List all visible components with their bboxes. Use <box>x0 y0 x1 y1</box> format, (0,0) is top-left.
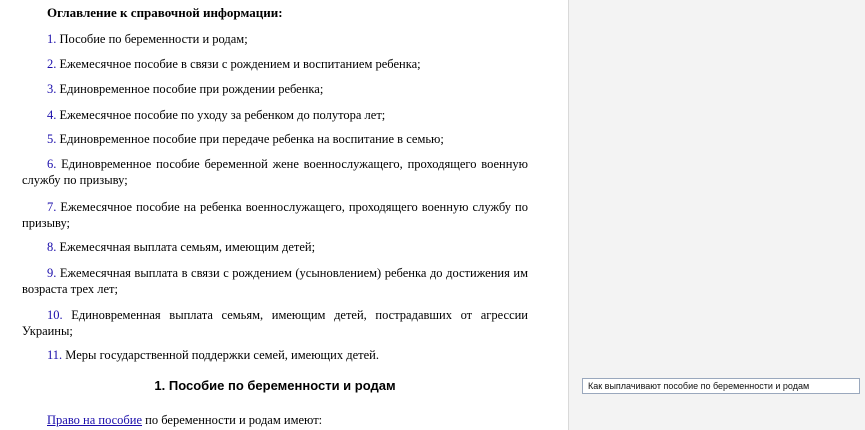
toc-item-text: Единовременное пособие при передаче ребе… <box>56 132 444 146</box>
toc-item-link[interactable]: 10. <box>47 308 63 322</box>
toc-item: 11. Меры государственной поддержки семей… <box>22 347 528 363</box>
toc-item: 6. Единовременное пособие беременной жен… <box>22 156 528 188</box>
toc-item: 3. Единовременное пособие при рождении р… <box>22 81 528 97</box>
toc-item-link[interactable]: 6. <box>47 157 56 171</box>
toc-item: 7. Ежемесячное пособие на ребенка военно… <box>22 199 528 231</box>
toc-item-link[interactable]: 4. <box>47 108 56 122</box>
toc-item-text: Единовременное пособие беременной жене в… <box>22 157 528 187</box>
toc-item: 5. Единовременное пособие при передаче р… <box>22 131 528 147</box>
toc-item-text: Меры государственной поддержки семей, им… <box>62 348 379 362</box>
toc-item-link[interactable]: 11. <box>47 348 62 362</box>
toc-title: Оглавление к справочной информации: <box>47 5 283 20</box>
toc-item-link[interactable]: 5. <box>47 132 56 146</box>
toc-item-text: Ежемесячная выплата в связи с рождением … <box>22 266 528 296</box>
toc-item-link[interactable]: 2. <box>47 57 56 71</box>
toc-item: 8. Ежемесячная выплата семьям, имеющим д… <box>22 239 528 255</box>
toc-item-text: Пособие по беременности и родам; <box>56 32 248 46</box>
toc-item-link[interactable]: 1. <box>47 32 56 46</box>
toc-item-link[interactable]: 8. <box>47 240 56 254</box>
benefit-right-link[interactable]: Право на пособие <box>47 413 142 427</box>
margin-note[interactable]: Как выплачивают пособие по беременности … <box>582 378 860 394</box>
toc-item-link[interactable]: 7. <box>47 200 56 214</box>
toc-item-text: Единовременная выплата семьям, имеющим д… <box>22 308 528 338</box>
document-pane: Оглавление к справочной информации: 1. П… <box>0 0 568 430</box>
toc-item: 4. Ежемесячное пособие по уходу за ребен… <box>22 107 528 123</box>
toc-item-text: Ежемесячная выплата семьям, имеющим дете… <box>56 240 316 254</box>
toc-item-text: Ежемесячное пособие на ребенка военнослу… <box>22 200 528 230</box>
toc-item: 2. Ежемесячное пособие в связи с рождени… <box>22 56 528 72</box>
toc-item: 1. Пособие по беременности и родам; <box>22 31 528 47</box>
body-text: по беременности и родам имеют: <box>142 413 323 427</box>
section-title: 1. Пособие по беременности и родам <box>154 378 396 393</box>
margin-notes-pane <box>568 0 865 430</box>
toc-item-text: Единовременное пособие при рождении ребе… <box>56 82 324 96</box>
body-paragraph: Право на пособие по беременности и родам… <box>22 412 528 428</box>
toc-item-text: Ежемесячное пособие в связи с рождением … <box>56 57 421 71</box>
toc-item: 10. Единовременная выплата семьям, имеющ… <box>22 307 528 339</box>
toc-item-link[interactable]: 3. <box>47 82 56 96</box>
toc-item-text: Ежемесячное пособие по уходу за ребенком… <box>56 108 386 122</box>
toc-item: 9. Ежемесячная выплата в связи с рождени… <box>22 265 528 297</box>
toc-item-link[interactable]: 9. <box>47 266 56 280</box>
